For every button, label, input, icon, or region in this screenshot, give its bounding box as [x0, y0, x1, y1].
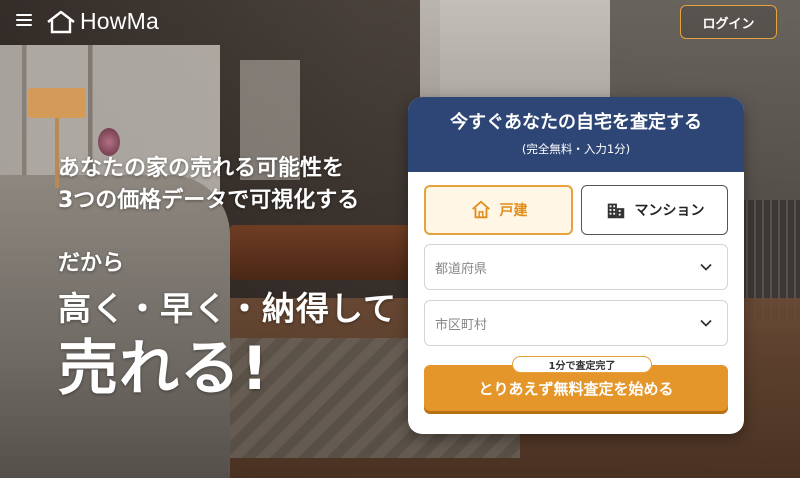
hero-headline-line1: あなたの家の売れる可能性を — [58, 156, 345, 181]
building-icon — [607, 203, 624, 219]
chevron-down-icon — [700, 263, 712, 271]
appraisal-form-card: 今すぐあなたの自宅を査定する (完全無料・入力1分) 戸建 マンション 都道府県… — [408, 97, 744, 434]
form-title: 今すぐあなたの自宅を査定する — [450, 112, 702, 133]
property-type-mansion-label: マンション — [634, 203, 705, 219]
login-button[interactable]: ログイン — [680, 5, 777, 39]
one-minute-badge: 1分で査定完了 — [512, 356, 652, 373]
hamburger-menu-icon[interactable] — [16, 14, 32, 26]
logo[interactable]: HowMa — [46, 8, 159, 35]
property-type-selector: 戸建 マンション — [424, 185, 728, 235]
city-select[interactable]: 市区町村 — [424, 300, 728, 346]
chevron-down-icon — [700, 319, 712, 327]
bg-coffee-table — [230, 225, 410, 280]
city-placeholder: 市区町村 — [435, 317, 488, 333]
hero-dakara: だから — [58, 251, 125, 276]
bg-lamp-shade — [28, 88, 86, 118]
prefecture-select[interactable]: 都道府県 — [424, 244, 728, 290]
property-type-house-button[interactable]: 戸建 — [424, 185, 573, 235]
house-logo-icon — [47, 10, 75, 33]
hero-ureru: 売れる! — [58, 334, 270, 404]
prefecture-placeholder: 都道府県 — [435, 261, 488, 277]
form-header: 今すぐあなたの自宅を査定する (完全無料・入力1分) — [408, 97, 744, 172]
property-type-mansion-button[interactable]: マンション — [581, 185, 728, 235]
logo-text: HowMa — [80, 8, 159, 34]
form-subtitle: (完全無料・入力1分) — [521, 142, 631, 156]
property-type-house-label: 戸建 — [499, 203, 528, 219]
hero-headline-line2: 3つの価格データで可視化する — [58, 188, 360, 213]
house-icon — [471, 200, 490, 219]
